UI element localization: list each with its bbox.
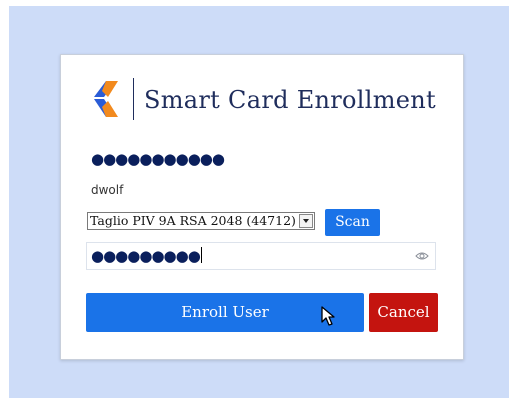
chevron-down-icon[interactable] (299, 214, 313, 228)
text-caret (200, 247, 202, 263)
eye-icon[interactable] (415, 250, 429, 262)
mouse-pointer-icon (321, 306, 335, 326)
dialog-title: Smart Card Enrollment (144, 86, 437, 114)
title-divider (133, 78, 134, 120)
pin-input-value: ●●●●●●●●● (91, 247, 202, 265)
scan-button[interactable]: Scan (325, 209, 380, 236)
cancel-button[interactable]: Cancel (369, 293, 438, 332)
masked-credential: ●●●●●●●●●●● (91, 150, 225, 168)
pin-input[interactable]: ●●●●●●●●● (86, 242, 436, 270)
card-select[interactable]: Taglio PIV 9A RSA 2048 (44712) (87, 212, 315, 230)
card-select-value: Taglio PIV 9A RSA 2048 (44712) (90, 213, 296, 228)
username-label: dwolf (91, 183, 124, 197)
brand-logo-icon (94, 81, 118, 117)
